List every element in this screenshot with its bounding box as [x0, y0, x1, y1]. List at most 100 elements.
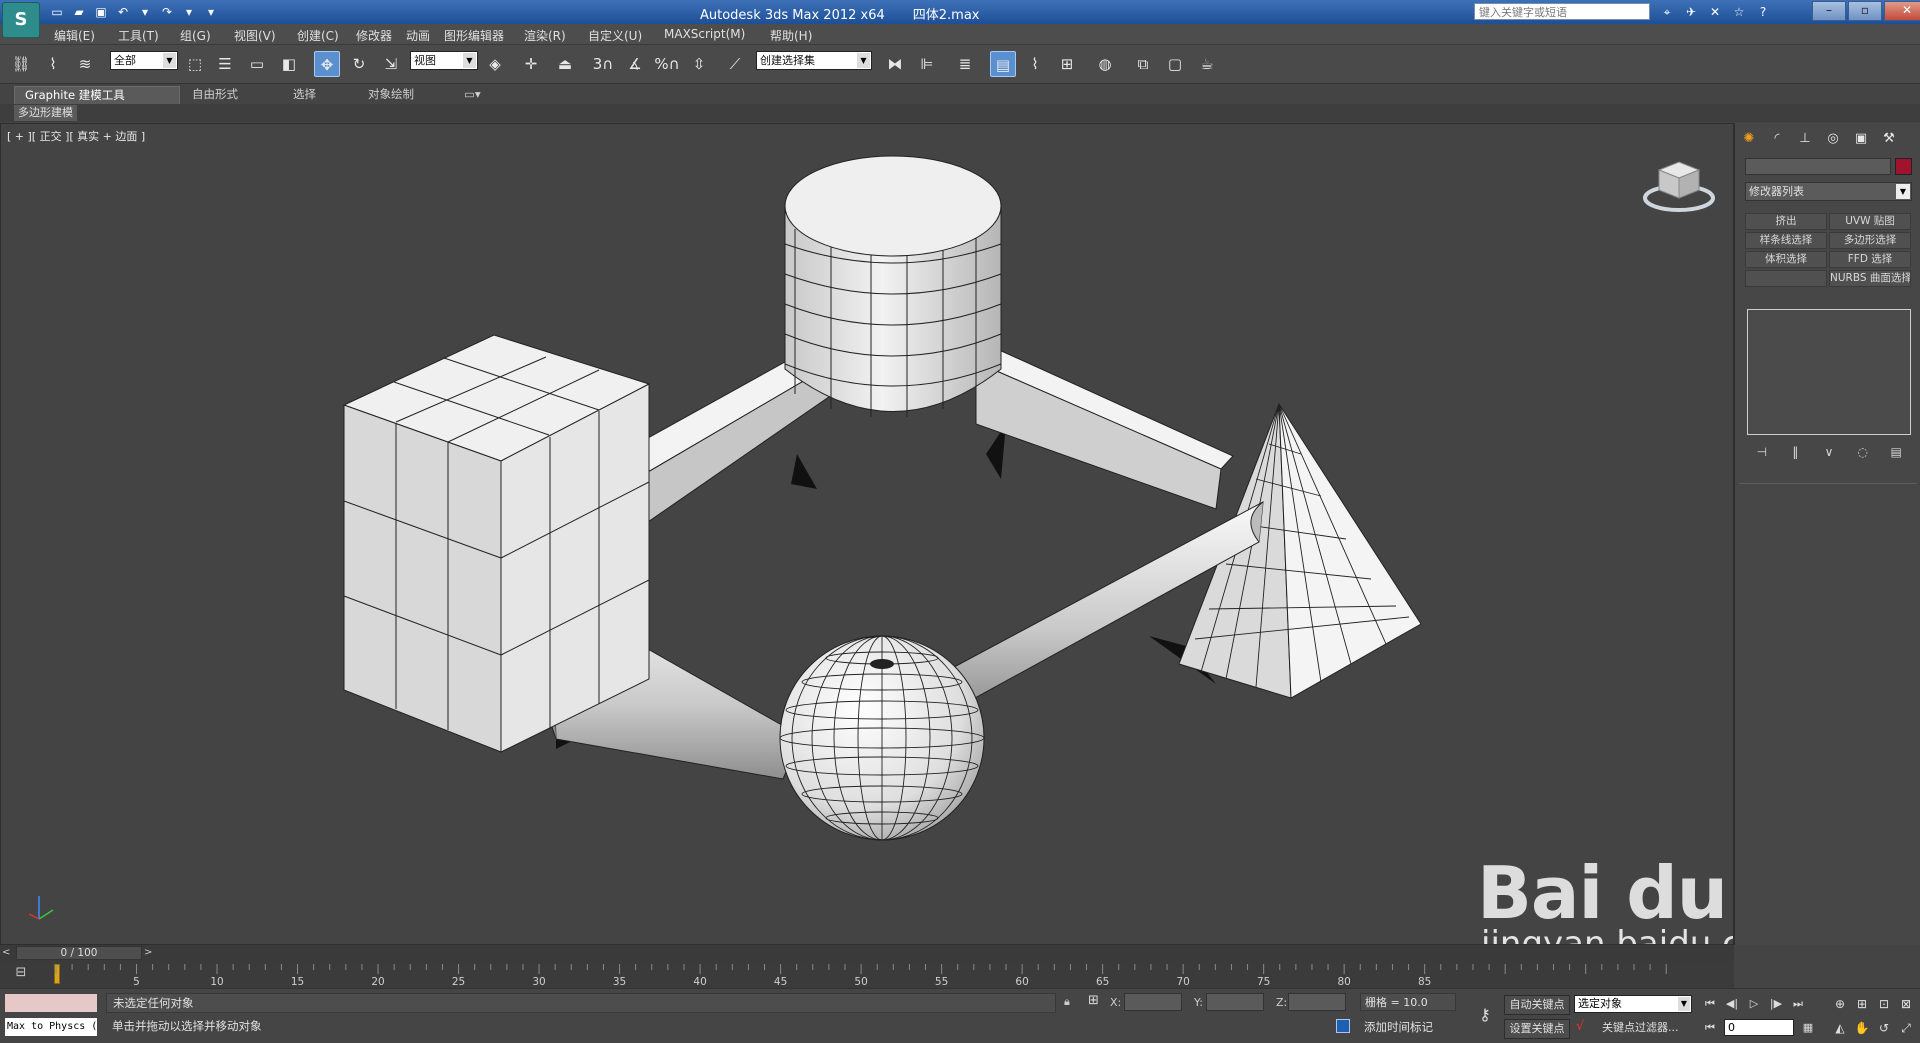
modifier-nurbs-select-button[interactable]: NURBS 曲面选择 — [1829, 270, 1911, 287]
absolute-mode-icon[interactable]: ⊞ — [1088, 993, 1104, 1009]
modifier-stack[interactable] — [1747, 309, 1911, 435]
ribbon-options-icon[interactable]: ▭▾ — [454, 86, 491, 103]
menu-animation[interactable]: 动画 — [406, 27, 430, 44]
undo-icon[interactable]: ↶ — [114, 3, 132, 21]
pivot-center-icon[interactable]: ◈ — [482, 51, 508, 77]
menu-group[interactable]: 组(G) — [180, 27, 211, 44]
help-icon[interactable]: ? — [1754, 3, 1772, 21]
orbit-icon[interactable]: ↺ — [1874, 1019, 1894, 1037]
add-time-tag[interactable]: 添加时间标记 — [1364, 1019, 1433, 1035]
customize-qa-icon[interactable]: ▾ — [202, 3, 220, 21]
viewcube-icon[interactable] — [1641, 156, 1717, 214]
y-coordinate-field[interactable] — [1206, 993, 1264, 1011]
x-coordinate-field[interactable] — [1124, 993, 1182, 1011]
save-file-icon[interactable]: ▣ — [92, 3, 110, 21]
render-setup-icon[interactable]: ⧉ — [1130, 51, 1156, 77]
zoom-extents-all-icon[interactable]: ⊠ — [1896, 995, 1916, 1013]
menu-graph-editors[interactable]: 图形编辑器 — [444, 27, 504, 44]
tab-graphite-modeling[interactable]: Graphite 建模工具 — [14, 86, 180, 105]
select-move-icon[interactable]: ✥ — [314, 51, 340, 77]
select-by-name-icon[interactable]: ☰ — [212, 51, 238, 77]
percent-snap-icon[interactable]: %∩ — [654, 51, 680, 77]
key-mode-toggle-icon[interactable]: ⏮ — [1700, 1019, 1720, 1037]
spinner-snap-icon[interactable]: ⇳ — [686, 51, 712, 77]
binoculars-icon[interactable]: ⌖ — [1658, 3, 1676, 21]
keyboard-shortcut-override-icon[interactable]: ⏏ — [552, 51, 578, 77]
motion-tab-icon[interactable]: ◎ — [1823, 129, 1843, 149]
field-of-view-icon[interactable]: ◭ — [1830, 1019, 1850, 1037]
modifier-ffd-select-button[interactable]: FFD 选择 — [1829, 251, 1911, 268]
viewport-label[interactable]: [ + ][ 正交 ][ 真实 + 边面 ] — [7, 128, 145, 144]
tab-selection[interactable]: 选择 — [283, 86, 326, 103]
go-to-end-icon[interactable]: ⏭ — [1788, 995, 1808, 1013]
redo-dropdown-icon[interactable]: ▾ — [180, 3, 198, 21]
mini-curve-editor-icon[interactable]: ⊟ — [8, 965, 34, 985]
modify-tab-icon[interactable]: ◜ — [1767, 129, 1787, 149]
time-next-icon[interactable]: > — [144, 945, 156, 961]
make-unique-icon[interactable]: ∨ — [1820, 443, 1838, 461]
render-production-icon[interactable]: ☕ — [1194, 51, 1220, 77]
tab-freeform[interactable]: 自由形式 — [182, 86, 248, 103]
show-end-result-icon[interactable]: ‖ — [1786, 443, 1804, 461]
object-name-field[interactable] — [1745, 158, 1891, 175]
undo-dropdown-icon[interactable]: ▾ — [136, 3, 154, 21]
minimize-button[interactable]: – — [1812, 1, 1846, 21]
box[interactable] — [342, 334, 651, 753]
select-manipulate-icon[interactable]: ✛ — [518, 51, 544, 77]
pin-stack-icon[interactable]: ⊣ — [1753, 443, 1771, 461]
angle-snap-icon[interactable]: ∡ — [622, 51, 648, 77]
key-mode-select[interactable]: 选定对象 ▼ — [1574, 995, 1692, 1013]
schematic-view-icon[interactable]: ⊞ — [1054, 51, 1080, 77]
rectangular-selection-icon[interactable]: ▭ — [244, 51, 270, 77]
set-key-button[interactable]: 设置关键点 — [1504, 1019, 1570, 1039]
favorites-icon[interactable]: ☆ — [1730, 3, 1748, 21]
maximize-viewport-icon[interactable]: ⤢ — [1896, 1019, 1916, 1037]
time-tag-icon[interactable] — [1336, 1019, 1350, 1033]
modifier-volume-select-button[interactable]: 体积选择 — [1745, 251, 1827, 268]
layer-manager-icon[interactable]: ≣ — [952, 51, 978, 77]
mirror-icon[interactable]: ⧓ — [882, 51, 908, 77]
link-icon[interactable]: ⛓ — [8, 51, 34, 77]
select-rotate-icon[interactable]: ↻ — [346, 51, 372, 77]
reference-coordinate-select[interactable]: 视图 ▼ — [410, 51, 478, 70]
set-key-icon[interactable]: ⚷ — [1470, 1005, 1500, 1025]
time-slider-thumb[interactable]: 0 / 100 — [16, 946, 142, 960]
remove-modifier-icon[interactable]: ◌ — [1854, 443, 1872, 461]
maxscript-listener-pane[interactable] — [4, 993, 98, 1013]
time-slider[interactable]: < 0 / 100 > — [0, 945, 1734, 962]
close-button[interactable]: ✕ — [1884, 1, 1920, 21]
object-color-swatch[interactable] — [1895, 158, 1912, 175]
configure-modifier-sets-icon[interactable]: ▤ — [1887, 443, 1905, 461]
modifier-extrude-button[interactable]: 挤出 — [1745, 213, 1827, 230]
menu-help[interactable]: 帮助(H) — [770, 27, 812, 44]
current-frame-field[interactable]: 0 — [1724, 1019, 1794, 1036]
select-object-icon[interactable]: ⬚ — [182, 51, 208, 77]
bind-spacewarp-icon[interactable]: ≋ — [72, 51, 98, 77]
align-icon[interactable]: ⊫ — [914, 51, 940, 77]
previous-frame-icon[interactable]: ◀| — [1722, 995, 1742, 1013]
rendered-frame-window-icon[interactable]: ▢ — [1162, 51, 1188, 77]
material-editor-icon[interactable]: ◍ — [1092, 51, 1118, 77]
sphere[interactable] — [779, 635, 985, 841]
zoom-extents-icon[interactable]: ⊡ — [1874, 995, 1894, 1013]
maxscript-mini-listener[interactable]: Max to Physcs ( — [4, 1017, 98, 1037]
menu-views[interactable]: 视图(V) — [234, 27, 276, 44]
menu-customize[interactable]: 自定义(U) — [588, 27, 642, 44]
named-selection-select[interactable]: 创建选择集 ▼ — [756, 51, 872, 70]
connector-cylinder-pyramid[interactable] — [975, 343, 1234, 510]
tab-object-paint[interactable]: 对象绘制 — [358, 86, 424, 103]
communication-icon[interactable]: ✕ — [1706, 3, 1724, 21]
modifier-empty-button[interactable] — [1745, 270, 1827, 287]
snaps-toggle-icon[interactable]: 3∩ — [590, 51, 616, 77]
polygon-modeling-panel[interactable]: 多边形建模 — [14, 105, 77, 121]
zoom-all-icon[interactable]: ⊞ — [1852, 995, 1872, 1013]
open-file-icon[interactable]: ▰ — [70, 3, 88, 21]
menu-rendering[interactable]: 渲染(R) — [524, 27, 566, 44]
unlink-icon[interactable]: ⌇ — [40, 51, 66, 77]
menu-tools[interactable]: 工具(T) — [118, 27, 159, 44]
edit-named-selection-icon[interactable]: ⟋ — [722, 51, 748, 77]
trackbar[interactable]: ⊟ 5 10 15 20 25 30 35 40 45 50 55 60 65 70 75 80 85 — [0, 962, 1734, 988]
curve-editor-icon[interactable]: ⌇ — [1022, 51, 1048, 77]
time-configuration-icon[interactable]: ▦ — [1798, 1019, 1818, 1037]
menu-maxscript[interactable]: MAXScript(M) — [664, 27, 745, 41]
